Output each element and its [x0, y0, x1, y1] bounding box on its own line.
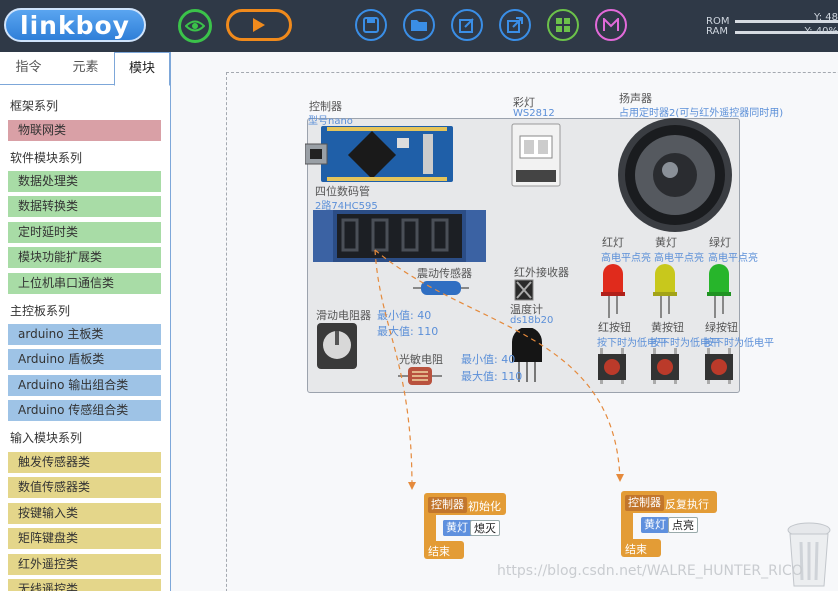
rgb-led-icon[interactable]: [510, 122, 562, 188]
edit-icon: [459, 18, 474, 33]
potentiometer-min: 最小值: 40: [377, 309, 432, 322]
seven-segment-display-icon[interactable]: [313, 210, 486, 262]
open-button[interactable]: [403, 9, 435, 41]
app-logo: linkboy: [4, 8, 146, 42]
tab-instructions[interactable]: 指令: [0, 52, 57, 85]
vibration-sensor-icon[interactable]: [413, 279, 469, 297]
red-led-label: 红灯: [602, 236, 624, 249]
yellow-button-label: 黄按钮: [651, 321, 684, 334]
photoresistor-min: 最小值: 40: [461, 353, 516, 366]
init-block-body: [424, 515, 436, 541]
tab-elements[interactable]: 元素: [57, 52, 114, 85]
eye-icon: [185, 20, 205, 32]
mail-icon: [603, 18, 619, 31]
ir-receiver-label: 红外接收器: [514, 266, 569, 279]
export-button[interactable]: [499, 9, 531, 41]
sidebar-item-timer[interactable]: 定时延时类: [8, 222, 161, 243]
sidebar-item-matrix-keypad[interactable]: 矩阵键盘类: [8, 528, 161, 549]
section-title-software: 软件模块系列: [10, 151, 83, 165]
sidebar-item-iot[interactable]: 物联网类: [8, 120, 161, 141]
yellow-button-icon[interactable]: [650, 348, 680, 384]
section-title-input: 输入模块系列: [10, 431, 83, 445]
init-block-target[interactable]: 黄灯: [443, 520, 471, 536]
green-led-label: 绿灯: [709, 236, 731, 249]
sidebar-item-value-sensor[interactable]: 数值传感器类: [8, 477, 161, 498]
yellow-led-label: 黄灯: [655, 236, 677, 249]
speaker-icon[interactable]: [616, 116, 734, 234]
edit-button[interactable]: [451, 9, 483, 41]
sidebar-item-arduino-board[interactable]: arduino 主板类: [8, 324, 161, 345]
green-button-icon[interactable]: [704, 348, 734, 384]
green-led-icon[interactable]: [706, 262, 732, 318]
loop-block-target[interactable]: 黄灯: [641, 517, 669, 533]
save-button[interactable]: [355, 9, 387, 41]
init-block-end: 结束: [428, 545, 450, 558]
green-button-label: 绿按钮: [705, 321, 738, 334]
run-button[interactable]: [226, 9, 292, 41]
mail-button[interactable]: [595, 9, 627, 41]
loop-block-action[interactable]: 点亮: [668, 517, 698, 533]
module-sidebar: 指令 元素 模块 框架系列 物联网类 软件模块系列 数据处理类 数据转换类 定时…: [0, 52, 171, 591]
rgb-led-model: WS2812: [513, 108, 555, 119]
potentiometer-icon[interactable]: [315, 321, 359, 371]
photoresistor-icon[interactable]: [398, 366, 442, 386]
ram-value: Y: 40%: [804, 26, 838, 37]
play-icon: [253, 18, 265, 32]
sidebar-item-extension[interactable]: 模块功能扩展类: [8, 247, 161, 268]
sidebar-item-wireless-remote[interactable]: 无线遥控类: [8, 579, 161, 591]
top-toolbar: linkboy ROM RAM Y: 48 Y: 40%: [0, 0, 838, 52]
sidebar-tabs: 指令 元素 模块: [0, 52, 170, 86]
grid-icon: [556, 18, 570, 32]
loop-block-body: [621, 513, 633, 539]
sidebar-item-key-input[interactable]: 按键输入类: [8, 503, 161, 524]
sidebar-item-serial[interactable]: 上位机串口通信类: [8, 273, 161, 294]
sidebar-item-arduino-output[interactable]: Arduino 输出组合类: [8, 375, 161, 396]
photoresistor-label: 光敏电阻: [399, 353, 443, 366]
loop-block-event: 反复执行: [665, 498, 709, 511]
save-icon: [363, 17, 379, 33]
init-block-event: 初始化: [468, 500, 501, 513]
nano-board-icon[interactable]: [305, 124, 455, 184]
tab-modules[interactable]: 模块: [114, 52, 170, 86]
potentiometer-max: 最大值: 110: [377, 325, 439, 338]
section-title-framework: 框架系列: [10, 99, 59, 113]
sidebar-item-data-conversion[interactable]: 数据转换类: [8, 196, 161, 217]
red-button-label: 红按钮: [598, 321, 631, 334]
loop-block-owner[interactable]: 控制器: [625, 495, 664, 511]
init-block-owner[interactable]: 控制器: [428, 497, 467, 513]
loop-block-end: 结束: [625, 543, 647, 556]
thermometer-model: ds18b20: [510, 315, 554, 326]
grid-button[interactable]: [547, 9, 579, 41]
open-folder-icon: [411, 20, 427, 31]
export-icon: [507, 17, 523, 33]
rom-value: Y: 48: [813, 12, 838, 23]
ram-label: RAM: [706, 26, 729, 37]
simulate-button[interactable]: [178, 9, 212, 43]
sidebar-item-trigger-sensor[interactable]: 触发传感器类: [8, 452, 161, 473]
sidebar-item-arduino-shield[interactable]: Arduino 盾板类: [8, 349, 161, 370]
section-title-mainboard: 主控板系列: [10, 304, 71, 318]
sidebar-item-data-processing[interactable]: 数据处理类: [8, 171, 161, 192]
red-button-icon[interactable]: [597, 348, 627, 384]
ir-receiver-icon[interactable]: [514, 279, 534, 301]
sidebar-item-arduino-sensor[interactable]: Arduino 传感组合类: [8, 400, 161, 421]
yellow-led-icon[interactable]: [652, 262, 678, 318]
red-led-icon[interactable]: [600, 262, 626, 318]
green-button-note: 按下时为低电平: [704, 338, 774, 349]
sidebar-item-ir-remote[interactable]: 红外遥控类: [8, 554, 161, 575]
init-block-action[interactable]: 熄灭: [470, 520, 500, 536]
watermark: https://blog.csdn.net/WALRE_HUNTER_RICO: [497, 563, 803, 579]
photoresistor-max: 最大值: 110: [461, 370, 523, 383]
